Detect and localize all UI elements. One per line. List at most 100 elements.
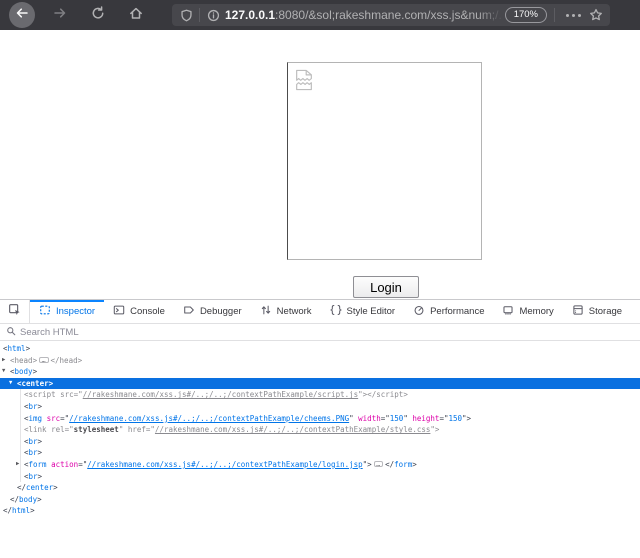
back-button[interactable]	[9, 2, 35, 28]
bookmark-star-icon[interactable]	[587, 8, 610, 22]
zoom-level-badge[interactable]: 170%	[505, 7, 547, 23]
markup-token: ="	[60, 414, 69, 423]
markup-token: form	[394, 460, 412, 469]
nav-buttons	[0, 2, 149, 28]
attribute-link[interactable]: //rakeshmane.com/xss.js#/..;/..;/context…	[83, 390, 358, 399]
markup-token: ">	[430, 425, 439, 434]
markup-token: >	[26, 344, 31, 353]
url-fade	[477, 4, 503, 26]
style-editor-icon	[330, 304, 342, 319]
markup-token: >	[49, 379, 54, 388]
markup-token: ="	[381, 414, 390, 423]
markup-token: br	[29, 402, 38, 411]
markup-token: script	[29, 390, 56, 399]
collapse-arrow-icon[interactable]: ▼	[9, 378, 12, 390]
search-icon	[6, 323, 16, 341]
markup-row[interactable]: <img src="//rakeshmane.com/xss.js#/..;/.…	[0, 413, 640, 425]
markup-row[interactable]: <br>	[0, 436, 640, 448]
tab-label: Inspector	[56, 306, 95, 317]
markup-token: br	[29, 437, 38, 446]
markup-token: stylesheet	[74, 425, 119, 434]
tab-label: Performance	[430, 306, 484, 317]
markup-token: body	[19, 495, 37, 504]
url-path: :8080/&sol;rakeshmane.com/xss.js&num;/..…	[275, 8, 503, 22]
login-button[interactable]: Login	[353, 276, 419, 298]
markup-token: src	[60, 390, 74, 399]
console-icon	[113, 304, 125, 319]
markup-row[interactable]: <br>	[0, 401, 640, 413]
tab-label: Console	[130, 306, 165, 317]
tab-label: Debugger	[200, 306, 242, 317]
tab-style-editor[interactable]: Style Editor	[321, 300, 405, 323]
markup-row[interactable]: <br>	[0, 447, 640, 459]
markup-token: script	[376, 390, 403, 399]
markup-token: height	[412, 414, 439, 423]
markup-token: link	[29, 425, 47, 434]
tab-inspector[interactable]: Inspector	[30, 300, 104, 323]
markup-token: >	[38, 448, 43, 457]
info-icon[interactable]	[205, 9, 221, 22]
markup-row[interactable]: ▶<head>…</head>	[0, 355, 640, 367]
tab-accessibility[interactable]: Accessibility	[631, 300, 640, 323]
network-icon	[260, 304, 272, 319]
tab-console[interactable]: Console	[104, 300, 174, 323]
page-actions-icon[interactable]	[560, 14, 587, 17]
markup-token: "></	[358, 390, 376, 399]
markup-token: >	[33, 367, 38, 376]
markup-row[interactable]: <br>	[0, 471, 640, 483]
markup-token: >	[78, 356, 83, 365]
markup-token: "	[403, 414, 412, 423]
tab-debugger[interactable]: Debugger	[174, 300, 251, 323]
attribute-link[interactable]: //rakeshmane.com/xss.js#/..;/..;/context…	[87, 460, 362, 469]
markup-token: </	[51, 356, 60, 365]
page-viewport: Login	[0, 30, 640, 299]
inline-ellipsis-badge[interactable]: …	[374, 461, 383, 468]
expand-arrow-icon[interactable]: ▶	[2, 355, 5, 367]
markup-row[interactable]: </body>	[0, 494, 640, 506]
markup-row[interactable]: ▶<form action="//rakeshmane.com/xss.js#/…	[0, 459, 640, 471]
reload-button[interactable]	[85, 2, 111, 28]
markup-row[interactable]: </center>	[0, 482, 640, 494]
markup-token: head	[15, 356, 33, 365]
shield-icon[interactable]	[178, 9, 194, 22]
expand-arrow-icon[interactable]: ▶	[16, 459, 19, 471]
home-icon	[129, 6, 143, 25]
broken-image	[287, 62, 482, 260]
forward-button[interactable]	[47, 2, 73, 28]
home-button[interactable]	[123, 2, 149, 28]
tab-label: Network	[277, 306, 312, 317]
markup-token: </	[17, 483, 26, 492]
markup-row[interactable]: <html>	[0, 343, 640, 355]
markup-token: 150	[390, 414, 404, 423]
markup-row[interactable]: ▼<body>	[0, 366, 640, 378]
tab-label: Storage	[589, 306, 622, 317]
url-host: 127.0.0.1	[225, 8, 275, 22]
markup-token: >	[412, 460, 417, 469]
markup-row[interactable]: </html>	[0, 505, 640, 517]
markup-token: >	[53, 483, 58, 492]
collapse-arrow-icon[interactable]: ▼	[2, 366, 5, 378]
markup-token: action	[51, 460, 78, 469]
tab-storage[interactable]: Storage	[563, 300, 631, 323]
tab-memory[interactable]: Memory	[493, 300, 562, 323]
markup-token: br	[29, 448, 38, 457]
markup-token: </	[385, 460, 394, 469]
markup-row[interactable]: <script src="//rakeshmane.com/xss.js#/..…	[0, 389, 640, 401]
markup-token: br	[29, 472, 38, 481]
tab-network[interactable]: Network	[251, 300, 321, 323]
inline-ellipsis-badge[interactable]: …	[39, 357, 48, 364]
pick-element-button[interactable]	[0, 300, 30, 323]
url-bar[interactable]: 127.0.0.1:8080/&sol;rakeshmane.com/xss.j…	[172, 4, 610, 26]
tab-performance[interactable]: Performance	[404, 300, 493, 323]
attribute-link[interactable]: //rakeshmane.com/xss.js#/..;/..;/context…	[155, 425, 430, 434]
urlbar-divider-2	[554, 8, 555, 22]
markup-token: width	[358, 414, 381, 423]
back-icon	[15, 6, 29, 25]
search-html-input[interactable]	[20, 327, 634, 338]
attribute-link[interactable]: //rakeshmane.com/xss.js#/..;/..;/context…	[69, 414, 349, 423]
markup-token: >	[30, 506, 35, 515]
markup-token: 150	[448, 414, 462, 423]
markup-row[interactable]: ▼<center>	[0, 378, 640, 390]
markup-row[interactable]: <link rel="stylesheet" href="//rakeshman…	[0, 424, 640, 436]
markup-token: "	[119, 425, 128, 434]
